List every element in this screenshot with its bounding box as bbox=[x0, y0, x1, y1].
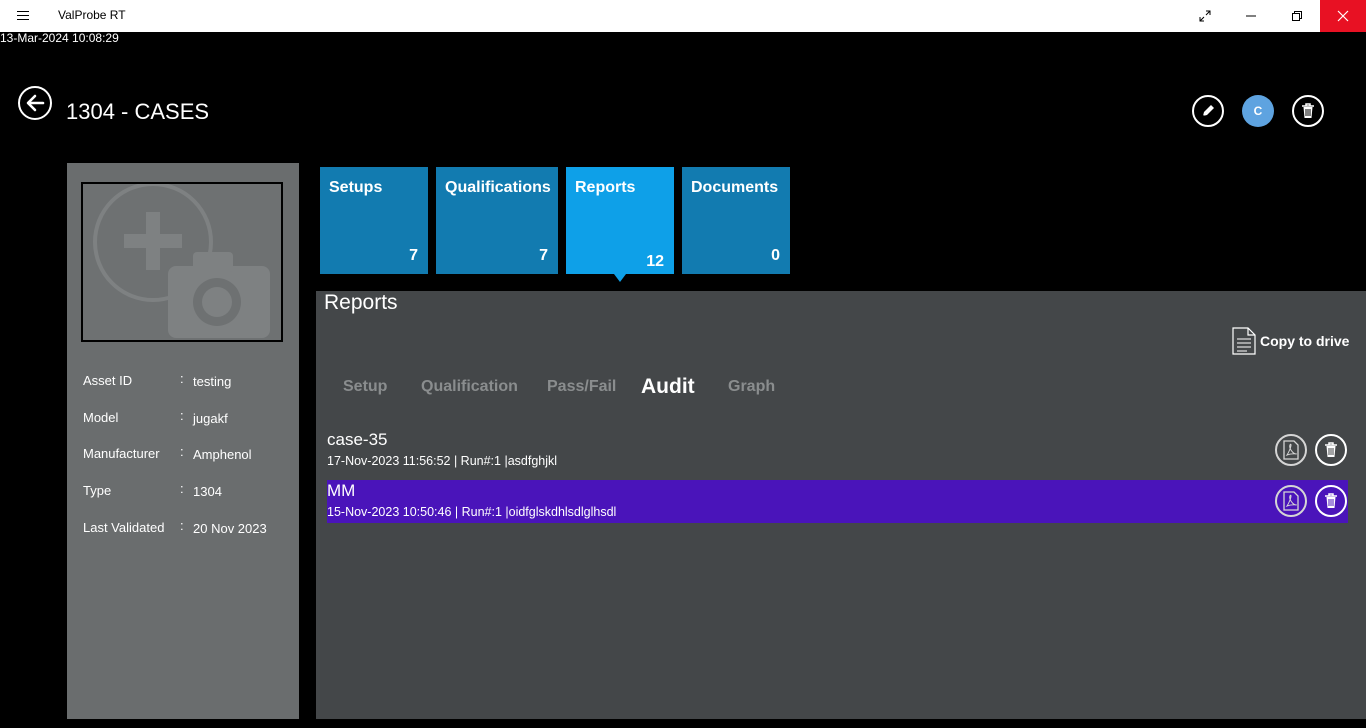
app-title: ValProbe RT bbox=[58, 8, 126, 22]
last-validated-row: Last Validated : 20 Nov 2023 bbox=[83, 518, 293, 540]
edit-pencil-icon[interactable] bbox=[1192, 95, 1224, 127]
field-colon: : bbox=[180, 518, 184, 533]
delete-report-trash-icon[interactable] bbox=[1315, 485, 1347, 517]
report-name: case-35 bbox=[327, 430, 388, 449]
subtab-qualification[interactable]: Qualification bbox=[421, 378, 518, 396]
user-avatar[interactable]: C bbox=[1242, 95, 1274, 127]
field-value: testing bbox=[193, 374, 232, 389]
report-row-selected[interactable]: MM 15-Nov-2023 10:50:46 | Run#:1 |oidfgl… bbox=[327, 480, 1348, 523]
field-colon: : bbox=[180, 444, 184, 459]
asset-id-row: Asset ID : testing bbox=[83, 371, 293, 393]
field-label: Asset ID bbox=[83, 373, 133, 388]
page-title: 1304 - CASES bbox=[66, 99, 210, 124]
field-label: Manufacturer bbox=[83, 446, 160, 461]
pdf-icon[interactable] bbox=[1275, 485, 1307, 517]
type-row: Type : 1304 bbox=[83, 481, 293, 503]
tile-label: Setups bbox=[329, 179, 383, 196]
tile-reports[interactable]: Reports 12 bbox=[566, 167, 674, 274]
report-meta: 17-Nov-2023 11:56:52 | Run#:1 |asdfghjkl bbox=[327, 454, 558, 468]
tile-qualifications[interactable]: Qualifications 7 bbox=[436, 167, 558, 274]
hamburger-menu-icon[interactable] bbox=[11, 8, 35, 24]
subtab-setup[interactable]: Setup bbox=[343, 378, 387, 396]
delete-report-trash-icon[interactable] bbox=[1315, 434, 1347, 466]
active-tile-pointer bbox=[614, 274, 626, 282]
expand-icon[interactable] bbox=[1182, 0, 1228, 32]
tile-count: 7 bbox=[409, 247, 418, 264]
report-meta: 15-Nov-2023 10:50:46 | Run#:1 |oidfglskd… bbox=[327, 505, 617, 519]
minimize-button[interactable] bbox=[1228, 0, 1274, 32]
tile-count: 12 bbox=[646, 253, 664, 270]
subtab-audit[interactable]: Audit bbox=[641, 375, 695, 399]
field-label: Model bbox=[83, 410, 119, 425]
tile-label: Qualifications bbox=[445, 179, 551, 196]
add-photo-icon bbox=[93, 184, 270, 338]
tile-count: 0 bbox=[771, 247, 780, 264]
field-value: 20 Nov 2023 bbox=[193, 521, 267, 536]
restore-button[interactable] bbox=[1274, 0, 1320, 32]
manufacturer-row: Manufacturer : Amphenol bbox=[83, 444, 293, 466]
title-bar: ValProbe RT bbox=[0, 0, 1366, 32]
copy-to-drive-label: Copy to drive bbox=[1260, 333, 1350, 349]
report-name: MM bbox=[327, 481, 356, 500]
tile-documents[interactable]: Documents 0 bbox=[682, 167, 790, 274]
copy-to-drive-button[interactable]: Copy to drive bbox=[1232, 327, 1349, 355]
current-datetime: 13-Mar-2024 10:08:29 bbox=[0, 31, 119, 45]
asset-info-panel: Asset ID : testing Model : jugakf Manufa… bbox=[67, 163, 299, 719]
field-value: jugakf bbox=[193, 411, 228, 426]
field-label: Last Validated bbox=[83, 520, 165, 535]
tile-count: 7 bbox=[539, 247, 548, 264]
delete-trash-icon[interactable] bbox=[1292, 95, 1324, 127]
field-colon: : bbox=[180, 408, 184, 423]
tile-label: Documents bbox=[691, 179, 779, 196]
panel-title: Reports bbox=[324, 291, 398, 314]
add-photo-button[interactable] bbox=[81, 182, 283, 342]
field-value: Amphenol bbox=[193, 447, 252, 462]
subtab-graph[interactable]: Graph bbox=[728, 378, 775, 396]
document-icon bbox=[1232, 327, 1256, 355]
model-row: Model : jugakf bbox=[83, 408, 293, 430]
reports-panel: Reports Copy to drive Setup Qualificatio… bbox=[316, 291, 1366, 719]
subtab-pass-fail[interactable]: Pass/Fail bbox=[547, 378, 616, 396]
pdf-icon[interactable] bbox=[1275, 434, 1307, 466]
back-arrow-icon[interactable] bbox=[18, 86, 52, 120]
report-row[interactable]: case-35 17-Nov-2023 11:56:52 | Run#:1 |a… bbox=[327, 429, 1348, 472]
tile-label: Reports bbox=[575, 179, 636, 196]
field-value: 1304 bbox=[193, 484, 222, 499]
tile-setups[interactable]: Setups 7 bbox=[320, 167, 428, 274]
field-label: Type bbox=[83, 483, 112, 498]
field-colon: : bbox=[180, 371, 184, 386]
close-button[interactable] bbox=[1320, 0, 1366, 32]
field-colon: : bbox=[180, 481, 184, 496]
